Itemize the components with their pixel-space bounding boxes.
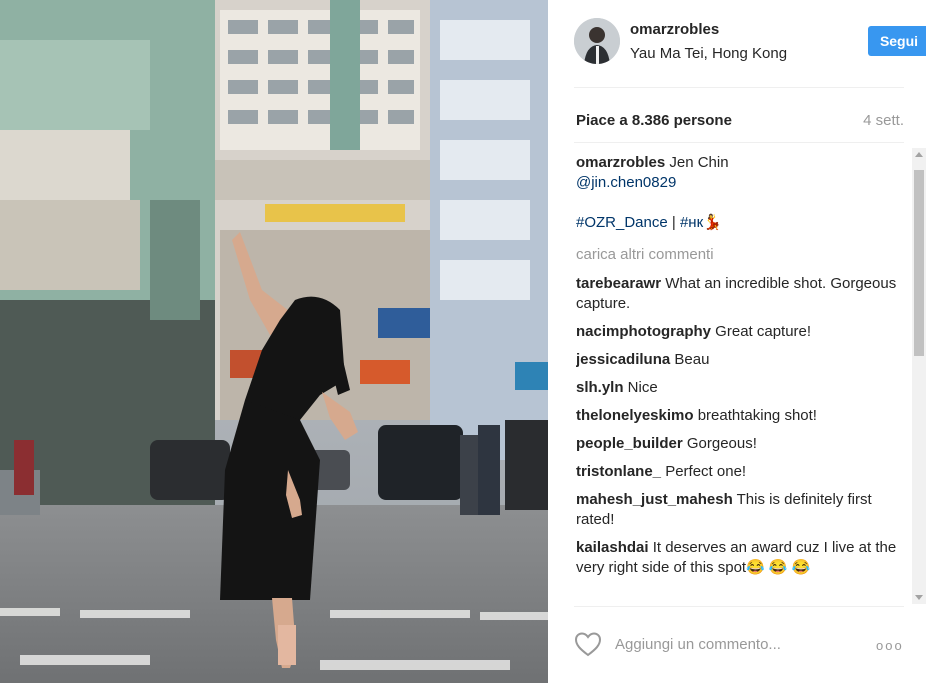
comment-username[interactable]: slh.yln [576, 379, 624, 396]
post-photo[interactable] [0, 0, 548, 683]
caption-text: Jen Chin [665, 154, 729, 171]
likes-count[interactable]: Piace a 8.386 persone [576, 112, 732, 129]
street-dancer-image [0, 0, 548, 683]
hashtag-ozr-dance[interactable]: #OZR_Dance [576, 214, 668, 231]
comments-scrollbar[interactable] [912, 148, 926, 604]
comment-item: tarebearawr What an incredible shot. Gor… [576, 274, 906, 314]
comment-username[interactable]: mahesh_just_mahesh [576, 491, 733, 508]
comment-item: mahesh_just_mahesh This is definitely fi… [576, 490, 906, 530]
heart-icon[interactable] [574, 631, 602, 657]
post-details-panel: omarzrobles Yau Ma Tei, Hong Kong Segui … [548, 0, 926, 683]
comment-text: Gorgeous! [682, 435, 757, 452]
comment-username[interactable]: kailashdai [576, 539, 649, 556]
comment-text: Perfect one! [661, 463, 747, 480]
comment-text: Nice [623, 379, 658, 396]
comment-text: breathtaking shot! [693, 407, 817, 424]
caption: omarzrobles Jen Chin @jin.chen0829 [576, 153, 906, 193]
comment-username[interactable]: thelonelyeskimo [576, 407, 694, 424]
post-username[interactable]: omarzrobles [630, 21, 719, 38]
divider [574, 142, 904, 143]
comment-item: thelonelyeskimo breathtaking shot! [576, 406, 906, 426]
comment-username[interactable]: people_builder [576, 435, 683, 452]
scrollbar-thumb[interactable] [914, 170, 924, 356]
hashtag-separator: | [667, 214, 680, 231]
comment-username[interactable]: tristonlane_ [576, 463, 661, 480]
instagram-post-window: omarzrobles Yau Ma Tei, Hong Kong Segui … [0, 0, 926, 683]
post-location[interactable]: Yau Ma Tei, Hong Kong [630, 45, 787, 62]
more-options-icon[interactable]: ooo [876, 638, 904, 653]
comment-item: people_builder Gorgeous! [576, 434, 906, 454]
comment-username[interactable]: jessicadiluna [576, 351, 670, 368]
dancer-emoji: 💃 [703, 214, 722, 231]
comment-text: Great capture! [711, 323, 812, 340]
scroll-up-icon[interactable] [915, 152, 923, 157]
post-header: omarzrobles Yau Ma Tei, Hong Kong Segui [574, 18, 926, 70]
caption-mention[interactable]: @jin.chen0829 [576, 174, 676, 191]
comment-item: tristonlane_ Perfect one! [576, 462, 906, 482]
caption-username[interactable]: omarzrobles [576, 154, 665, 171]
divider [574, 87, 904, 88]
comment-username[interactable]: nacimphotography [576, 323, 711, 340]
comment-item: kailashdai It deserves an award cuz I li… [576, 538, 906, 578]
hashtag-hk[interactable]: #нк [680, 214, 703, 231]
post-timestamp[interactable]: 4 sett. [863, 112, 904, 129]
comment-username[interactable]: tarebearawr [576, 275, 661, 292]
comment-item: nacimphotography Great capture! [576, 322, 906, 342]
avatar[interactable] [574, 18, 620, 64]
divider [574, 606, 904, 607]
follow-button[interactable]: Segui [868, 26, 926, 56]
scroll-down-icon[interactable] [915, 595, 923, 600]
comment-item: jessicadiluna Beau [576, 350, 906, 370]
comment-item: slh.yln Nice [576, 378, 906, 398]
caption-hashtags: #OZR_Dance | #нк💃 [576, 213, 906, 233]
avatar-image [574, 18, 620, 64]
add-comment-input[interactable]: Aggiungi un commento... [615, 636, 781, 653]
comment-text: Beau [670, 351, 710, 368]
comments-list: omarzrobles Jen Chin @jin.chen0829 #OZR_D… [576, 152, 906, 604]
load-more-comments[interactable]: carica altri commenti [576, 245, 906, 265]
